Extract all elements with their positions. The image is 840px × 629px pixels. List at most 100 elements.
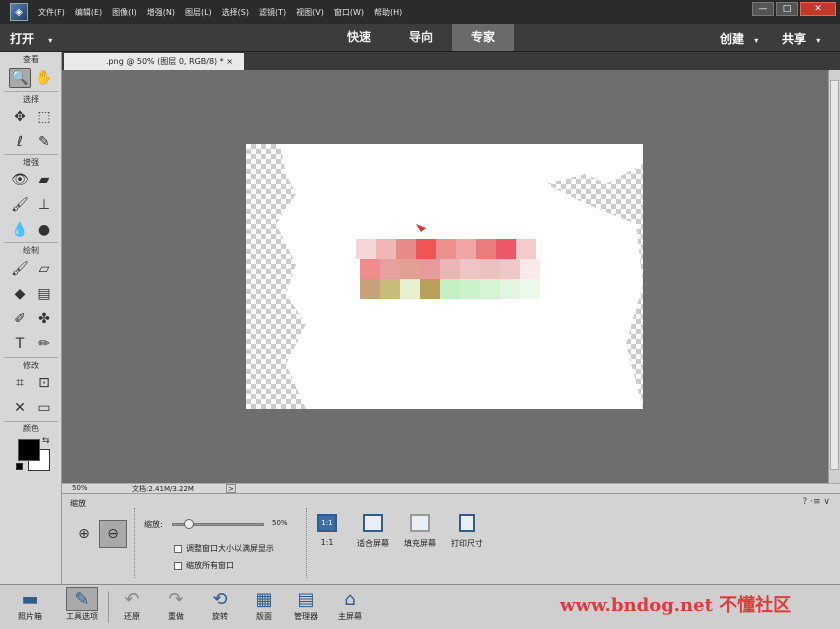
open-label: 打开 xyxy=(10,32,35,46)
layout-button[interactable]: ▦ 版面 xyxy=(244,587,284,622)
sponge-tool-icon[interactable]: ● xyxy=(33,220,55,240)
pencil-tool-icon[interactable]: ✏ xyxy=(33,334,55,354)
crop-tool-icon[interactable]: ⌗ xyxy=(9,373,31,393)
home-screen-label: 主屏幕 xyxy=(338,612,362,621)
menu-layer[interactable]: 图层(L) xyxy=(185,7,212,18)
options-help-menu[interactable]: ? ·≡ ∨ xyxy=(803,497,831,507)
zoom-slider-knob[interactable] xyxy=(184,519,195,529)
menu-select[interactable]: 选择(S) xyxy=(222,7,249,18)
maximize-button[interactable]: □ xyxy=(776,2,798,16)
zoom-all-windows-checkbox[interactable] xyxy=(174,561,182,570)
app-logo-icon[interactable]: ◈ xyxy=(10,3,28,21)
share-button[interactable]: 共享 ▾ xyxy=(782,30,820,47)
minimize-button[interactable]: — xyxy=(752,2,774,16)
quick-selection-tool-icon[interactable]: ✎ xyxy=(33,132,55,152)
zoom-label: 缩放: xyxy=(144,520,163,529)
default-colors-icon[interactable] xyxy=(16,463,23,470)
print-size-button[interactable]: 打印尺寸 xyxy=(442,514,492,549)
document-tab[interactable]: .png @ 50% (图层 0, RGB/8) * × xyxy=(64,53,244,70)
section-draw-label: 绘制 xyxy=(23,246,39,255)
rotate-label: 旋转 xyxy=(212,612,228,621)
one-to-one-button[interactable]: 1:1 1:1 xyxy=(302,514,352,547)
menu-filter[interactable]: 滤镜(T) xyxy=(259,7,286,18)
tool-options-label: 工具选项 xyxy=(66,612,98,621)
menu-enhance[interactable]: 增强(N) xyxy=(147,7,175,18)
tool-options-icon: ✎ xyxy=(66,587,98,611)
image-content xyxy=(276,144,643,409)
menu-file[interactable]: 文件(F) xyxy=(38,7,65,18)
menu-help[interactable]: 帮助(H) xyxy=(374,7,402,18)
section-color-label: 颜色 xyxy=(23,424,39,433)
fit-screen-button[interactable]: 适合屏幕 xyxy=(348,514,398,549)
fill-screen-icon xyxy=(410,514,430,532)
one-to-one-label: 1:1 xyxy=(320,538,334,547)
layout-label: 版面 xyxy=(256,612,272,621)
smart-brush-icon[interactable]: 🖌 xyxy=(9,195,31,215)
blur-tool-icon[interactable]: 💧 xyxy=(9,220,31,240)
straighten-tool-icon[interactable]: ▭ xyxy=(33,398,55,418)
resize-windows-checkbox-row[interactable]: 调整窗口大小以满屏显示 xyxy=(174,543,274,554)
divider xyxy=(4,357,58,358)
open-button[interactable]: 打开 ▾ xyxy=(10,30,52,47)
custom-shape-icon[interactable]: ✤ xyxy=(33,309,55,329)
zoom-tool-icon[interactable]: 🔍 xyxy=(9,68,31,88)
fill-screen-button[interactable]: 填充屏幕 xyxy=(395,514,445,549)
resize-windows-checkbox[interactable] xyxy=(174,544,182,553)
menu-edit[interactable]: 编辑(E) xyxy=(75,7,102,18)
create-button[interactable]: 创建 ▾ xyxy=(720,30,758,47)
healing-brush-icon[interactable]: ▰ xyxy=(33,170,55,190)
lasso-tool-icon[interactable]: ℓ xyxy=(9,132,31,152)
hand-tool-icon[interactable]: ✋ xyxy=(33,68,55,88)
organizer-label: 管理器 xyxy=(294,612,318,621)
menu-image[interactable]: 图像(I) xyxy=(112,7,137,18)
canvas-image[interactable] xyxy=(246,144,643,409)
divider xyxy=(4,154,58,155)
document-tab-bar: .png @ 50% (图层 0, RGB/8) * × xyxy=(62,52,840,70)
marquee-tool-icon[interactable]: ⬚ xyxy=(33,107,55,127)
home-screen-button[interactable]: ⌂ 主屏幕 xyxy=(330,587,370,622)
paint-bucket-icon[interactable]: ◆ xyxy=(9,284,31,304)
status-menu-arrow[interactable]: > xyxy=(226,484,236,493)
content-aware-move-icon[interactable]: ✕ xyxy=(9,398,31,418)
undo-button[interactable]: ↶ 还原 xyxy=(112,587,152,622)
canvas-area[interactable] xyxy=(62,70,828,483)
chevron-down-icon: ▾ xyxy=(754,36,759,45)
menu-bar: ◈ 文件(F) 编辑(E) 图像(I) 增强(N) 图层(L) 选择(S) 滤镜… xyxy=(0,0,840,24)
zoom-out-icon[interactable]: ⊖ xyxy=(99,520,127,548)
vertical-scrollbar[interactable] xyxy=(828,70,840,483)
recompose-tool-icon[interactable]: ⊡ xyxy=(33,373,55,393)
red-eye-tool-icon[interactable]: 👁 xyxy=(9,170,31,190)
scrollbar-thumb[interactable] xyxy=(830,80,839,470)
section-modify-label: 修改 xyxy=(23,361,39,370)
type-tool-icon[interactable]: T xyxy=(9,334,31,354)
undo-icon: ↶ xyxy=(124,588,140,610)
divider xyxy=(4,242,58,243)
tab-quick[interactable]: 快速 xyxy=(328,24,390,51)
clone-stamp-icon[interactable]: ⊥ xyxy=(33,195,55,215)
photo-bin-button[interactable]: ▬ 照片箱 xyxy=(10,587,50,622)
eraser-tool-icon[interactable]: ▱ xyxy=(33,259,55,279)
photo-bin-label: 照片箱 xyxy=(18,612,42,621)
zoom-slider[interactable] xyxy=(172,519,264,529)
home-icon: ⌂ xyxy=(344,588,356,610)
tab-expert[interactable]: 专家 xyxy=(452,24,514,51)
close-button[interactable]: ✕ xyxy=(800,2,836,16)
menu-view[interactable]: 视图(V) xyxy=(296,7,324,18)
move-tool-icon[interactable]: ✥ xyxy=(9,107,31,127)
organizer-button[interactable]: ▤ 管理器 xyxy=(286,587,326,622)
menu-window[interactable]: 窗口(W) xyxy=(334,7,364,18)
zoom-in-icon[interactable]: ⊕ xyxy=(70,520,98,548)
redo-button[interactable]: ↷ 重做 xyxy=(156,587,196,622)
eyedropper-icon[interactable]: ✐ xyxy=(9,309,31,329)
rotate-button[interactable]: ⟲ 旋转 xyxy=(200,587,240,622)
photo-bin-icon: ▬ xyxy=(21,588,39,610)
brush-tool-icon[interactable]: 🖌 xyxy=(9,259,31,279)
gradient-tool-icon[interactable]: ▤ xyxy=(33,284,55,304)
tab-guided[interactable]: 导向 xyxy=(390,24,452,51)
tool-options-button[interactable]: ✎ 工具选项 xyxy=(62,587,102,622)
foreground-color-swatch[interactable] xyxy=(18,439,40,461)
zoom-all-windows-checkbox-row[interactable]: 缩放所有窗口 xyxy=(174,560,234,571)
swap-colors-icon[interactable]: ⇆ xyxy=(42,436,50,446)
zoom-readout[interactable]: 50% xyxy=(72,484,88,492)
section-view-label: 查看 xyxy=(23,55,39,64)
